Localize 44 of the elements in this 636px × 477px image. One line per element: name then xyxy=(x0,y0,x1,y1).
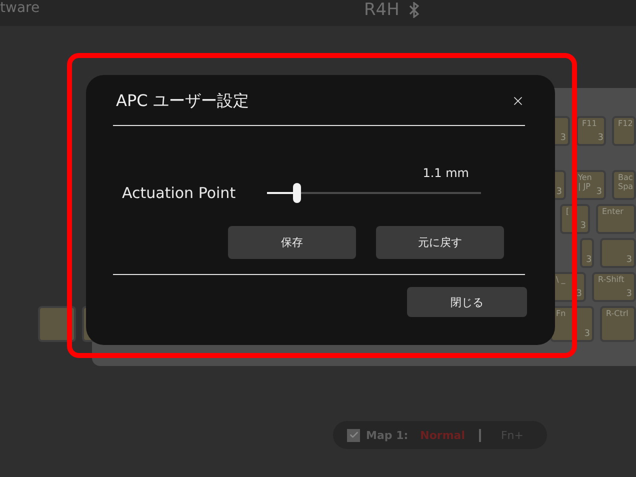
dialog-title: APC ユーザー設定 xyxy=(116,90,249,112)
keyboard-key[interactable]: R-Ctrl xyxy=(600,306,636,342)
key-value: 3 xyxy=(598,133,604,143)
bluetooth-icon xyxy=(409,2,420,18)
key-label: F12 xyxy=(618,119,633,128)
separator-bar xyxy=(478,428,481,442)
key-value: 3 xyxy=(580,221,586,231)
slider-value: 1.1 mm xyxy=(422,166,469,180)
key-label: Yen | JP xyxy=(578,173,593,191)
slider-track[interactable] xyxy=(267,183,481,203)
key-label: R-Shift xyxy=(598,275,624,284)
close-button[interactable]: 閉じる xyxy=(407,287,527,317)
map-mode[interactable]: Normal xyxy=(420,428,465,442)
key-label: Fn xyxy=(556,309,566,318)
keyboard-key[interactable]: R-Shift 3 xyxy=(592,272,636,302)
checkbox[interactable] xyxy=(347,428,360,442)
device-name: R4H xyxy=(364,0,400,20)
setting-label: Actuation Point xyxy=(121,184,237,202)
key-value: 3 xyxy=(586,255,592,265)
reset-button[interactable]: 元に戻す xyxy=(376,226,504,259)
key-value: 3 xyxy=(584,329,590,339)
save-button[interactable]: 保存 xyxy=(228,226,356,259)
keyboard-key[interactable]: 3 xyxy=(600,238,636,268)
key-value: 3 xyxy=(576,289,582,299)
slider-thumb[interactable] xyxy=(292,183,301,203)
close-icon[interactable] xyxy=(511,94,525,108)
keyboard-key[interactable]: 3 xyxy=(580,238,594,268)
key-value: 3 xyxy=(626,289,632,299)
key-label: F11 xyxy=(582,119,597,128)
keyboard-key[interactable]: Enter xyxy=(596,204,636,234)
key-value: 3 xyxy=(596,187,602,197)
app-title: tware xyxy=(0,0,40,16)
map-label: Map 1: xyxy=(366,428,408,442)
key-label: \ _ xyxy=(556,275,566,284)
key-value: 3 xyxy=(560,133,566,143)
key-label: Enter xyxy=(602,207,624,216)
key-label: [ xyxy=(566,207,570,216)
key-label: R-Ctrl xyxy=(606,309,628,318)
key-value: 3 xyxy=(556,187,562,197)
keyboard-key[interactable]: F11 3 xyxy=(576,116,606,146)
keyboard-key[interactable]: Bac Spa xyxy=(612,170,636,200)
key-label: Bac Spa xyxy=(618,173,634,191)
key-value: 3 xyxy=(626,255,632,265)
keyboard-key[interactable]: F12 xyxy=(612,116,636,146)
